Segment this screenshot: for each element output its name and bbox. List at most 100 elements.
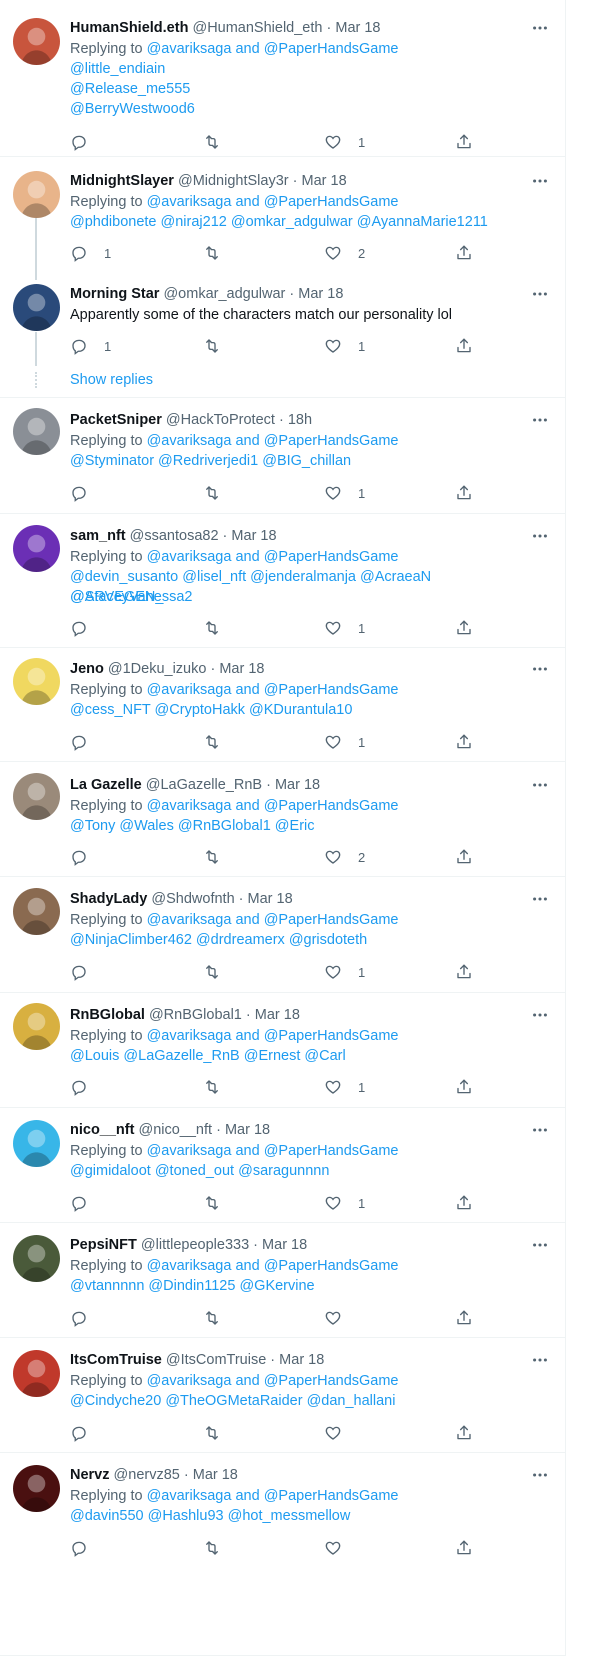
retweet-button[interactable] <box>203 962 221 982</box>
mention-link[interactable]: @PaperHandsGame <box>264 41 399 57</box>
user-handle[interactable]: @HumanShield_eth <box>192 20 322 36</box>
retweet-button[interactable] <box>203 847 221 867</box>
user-handle[interactable]: @MidnightSlay3r <box>178 173 289 189</box>
mention-link[interactable]: @avariksaga <box>147 194 232 210</box>
display-name[interactable]: La Gazelle <box>70 777 142 793</box>
timestamp[interactable]: Mar 18 <box>225 1122 270 1138</box>
display-name[interactable]: Jeno <box>70 661 104 677</box>
retweet-button[interactable] <box>203 483 221 503</box>
mention-link[interactable]: @avariksaga <box>147 798 232 814</box>
avatar[interactable] <box>13 18 60 65</box>
user-handle[interactable]: @ssantosa82 <box>130 528 219 544</box>
display-name[interactable]: Nervz <box>70 1467 110 1483</box>
timestamp[interactable]: 18h <box>288 412 312 428</box>
timestamp[interactable]: Mar 18 <box>248 891 293 907</box>
user-handle[interactable]: @HackToProtect <box>166 412 275 428</box>
mention-link[interactable]: @avariksaga <box>147 41 232 57</box>
retweet-button[interactable] <box>203 1077 221 1097</box>
reply-button[interactable] <box>70 618 104 638</box>
show-replies-link[interactable]: Show replies <box>70 370 153 390</box>
avatar[interactable] <box>13 408 60 455</box>
reply-button[interactable] <box>70 1423 104 1443</box>
user-handle[interactable]: @nervz85 <box>114 1467 180 1483</box>
retweet-button[interactable] <box>203 1423 221 1443</box>
mention-link[interactable]: @avariksaga <box>147 549 232 565</box>
share-button[interactable] <box>455 1308 473 1328</box>
avatar[interactable] <box>13 1003 60 1050</box>
mentions-line[interactable]: @Release_me555 <box>70 79 550 99</box>
reply-button[interactable] <box>70 1538 104 1558</box>
timestamp[interactable]: Mar 18 <box>335 20 380 36</box>
reply-button[interactable] <box>70 732 104 752</box>
timestamp[interactable]: Mar 18 <box>231 528 276 544</box>
reply-button[interactable] <box>70 483 104 503</box>
retweet-button[interactable] <box>203 618 221 638</box>
mention-link[interactable]: @PaperHandsGame <box>264 682 399 698</box>
share-button[interactable] <box>455 618 473 638</box>
mention-link[interactable]: @avariksaga <box>147 1258 232 1274</box>
mention-link[interactable]: @avariksaga <box>147 912 232 928</box>
avatar[interactable] <box>13 1235 60 1282</box>
user-handle[interactable]: @omkar_adgulwar <box>163 286 285 302</box>
mention-link[interactable]: @avariksaga <box>147 1028 232 1044</box>
mentions-line[interactable]: @NinjaClimber462 @drdreamerx @grisdoteth <box>70 930 550 950</box>
mentions-line[interactable]: @Tony @Wales @RnBGlobal1 @Eric <box>70 816 550 836</box>
retweet-button[interactable] <box>203 1193 221 1213</box>
mention-link[interactable]: @PaperHandsGame <box>264 1143 399 1159</box>
avatar[interactable] <box>13 888 60 935</box>
like-button[interactable]: 1 <box>324 483 365 503</box>
mention-link[interactable]: @PaperHandsGame <box>264 433 399 449</box>
timestamp[interactable]: Mar 18 <box>262 1237 307 1253</box>
display-name[interactable]: ItsComTruise <box>70 1352 162 1368</box>
display-name[interactable]: ShadyLady <box>70 891 147 907</box>
reply-button[interactable] <box>70 847 104 867</box>
mentions-line[interactable]: @BerryWestwood6 <box>70 99 550 119</box>
more-icon[interactable] <box>530 775 550 795</box>
mention-link[interactable]: @PaperHandsGame <box>264 1373 399 1389</box>
user-handle[interactable]: @1Deku_izuko <box>108 661 207 677</box>
reply-button[interactable]: 1 <box>70 336 111 356</box>
more-icon[interactable] <box>530 171 550 191</box>
user-handle[interactable]: @littlepeople333 <box>141 1237 249 1253</box>
like-button[interactable]: 1 <box>324 962 365 982</box>
timestamp[interactable]: Mar 18 <box>275 777 320 793</box>
mention-link[interactable]: @PaperHandsGame <box>264 549 399 565</box>
display-name[interactable]: nico__nft <box>70 1122 134 1138</box>
timestamp[interactable]: Mar 18 <box>219 661 264 677</box>
reply-button[interactable] <box>70 132 104 152</box>
retweet-button[interactable] <box>203 243 221 263</box>
mentions-line[interactable]: @Styminator @Redriverjedi1 @BIG_chillan <box>70 451 550 471</box>
mentions-line[interactable]: @gimidaloot @toned_out @saragunnnn <box>70 1161 550 1181</box>
mention-link[interactable]: @PaperHandsGame <box>264 798 399 814</box>
mention-link[interactable]: @avariksaga <box>147 1143 232 1159</box>
avatar[interactable] <box>13 171 60 218</box>
share-button[interactable] <box>455 732 473 752</box>
timestamp[interactable]: Mar 18 <box>255 1007 300 1023</box>
retweet-button[interactable] <box>203 1308 221 1328</box>
more-icon[interactable] <box>530 526 550 546</box>
display-name[interactable]: sam_nft <box>70 528 126 544</box>
mentions-line[interactable]: @vtannnnn @Dindin1125 @GKervine <box>70 1276 550 1296</box>
mention-link[interactable]: @avariksaga <box>147 1488 232 1504</box>
like-button[interactable]: 1 <box>324 132 365 152</box>
share-button[interactable] <box>455 1077 473 1097</box>
mention-link[interactable]: @PaperHandsGame <box>264 912 399 928</box>
user-handle[interactable]: @RnBGlobal1 <box>149 1007 242 1023</box>
share-button[interactable] <box>455 1538 473 1558</box>
avatar[interactable] <box>13 525 60 572</box>
share-button[interactable] <box>455 1423 473 1443</box>
display-name[interactable]: Morning Star <box>70 286 159 302</box>
mention-link[interactable]: @avariksaga <box>147 433 232 449</box>
retweet-button[interactable] <box>203 336 221 356</box>
mention-link[interactable]: @PaperHandsGame <box>264 1028 399 1044</box>
mentions-line[interactable]: @phdibonete @niraj212 @omkar_adgulwar @A… <box>70 212 550 232</box>
mention-link[interactable]: @PaperHandsGame <box>264 194 399 210</box>
avatar[interactable] <box>13 1465 60 1512</box>
avatar[interactable] <box>13 658 60 705</box>
like-button[interactable]: 1 <box>324 336 365 356</box>
like-button[interactable]: 1 <box>324 1193 365 1213</box>
display-name[interactable]: PepsiNFT <box>70 1237 137 1253</box>
like-button[interactable]: 1 <box>324 732 365 752</box>
more-icon[interactable] <box>530 18 550 38</box>
mention-link[interactable]: @avariksaga <box>147 1373 232 1389</box>
